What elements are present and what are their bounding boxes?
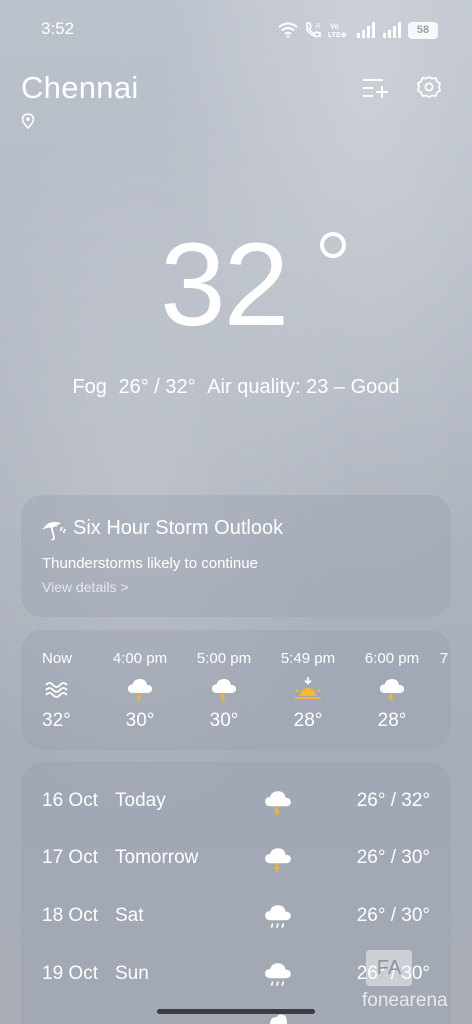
day-temp: 26° / 30° [356, 905, 430, 926]
daily-row[interactable]: 18 Oct Sat 26° / 30° [21, 893, 451, 943]
vo-lte-icon: Vo LTE⊕ [328, 22, 347, 40]
svg-text:R: R [316, 24, 321, 30]
day-date: 16 Oct [42, 790, 98, 811]
hourly-item[interactable]: 5:00 pm 30° [182, 630, 266, 750]
signal-icon [357, 22, 375, 38]
hour-time: 5:49 pm [280, 650, 336, 667]
watermark: FA fonearena [362, 950, 452, 1020]
daily-row[interactable]: 16 Oct Today 26° / 32° [21, 778, 451, 828]
svg-text:Vo: Vo [330, 22, 339, 31]
watermark-text: fonearena [362, 990, 448, 1011]
fog-icon [45, 682, 68, 698]
status-bar: 3:52 R Vo LTE⊕ 58 [0, 0, 472, 60]
manage-cities-icon [363, 79, 388, 98]
rain-icon [265, 963, 291, 986]
hourly-item[interactable]: 7 [434, 630, 451, 750]
hour-time: 4:00 pm [112, 650, 168, 667]
rain-icon [265, 905, 291, 928]
air-quality[interactable]: Air quality: 23 – Good [207, 376, 399, 398]
location-pin-icon [21, 113, 35, 129]
day-name: Today [115, 790, 166, 811]
hour-temp: 30° [209, 710, 239, 731]
temp-range: 26° / 32° [118, 376, 196, 398]
day-date: 18 Oct [42, 905, 98, 926]
hour-temp: 28° [377, 710, 407, 731]
day-temp: 26° / 30° [356, 847, 430, 868]
watermark-logo: FA [366, 950, 412, 986]
status-icons: R Vo LTE⊕ 58 [278, 19, 438, 41]
day-date: 19 Oct [42, 963, 98, 984]
hourly-item[interactable]: 6:00 pm 28° [350, 630, 434, 750]
day-name: Sat [115, 905, 144, 926]
condition-text: Fog [72, 376, 107, 398]
wifi-icon [278, 22, 298, 38]
svg-text:LTE⊕: LTE⊕ [328, 32, 347, 39]
day-name: Tomorrow [115, 847, 199, 868]
settings-button[interactable] [412, 71, 446, 105]
view-details-link[interactable]: View details > [42, 579, 129, 595]
settings-icon [417, 76, 441, 98]
thunderstorm-icon [128, 679, 152, 702]
storm-card-description: Thunderstorms likely to continue [42, 555, 258, 572]
status-time: 3:52 [41, 19, 75, 38]
day-date: 17 Oct [42, 847, 98, 868]
hour-time: 5:00 pm [196, 650, 252, 667]
battery-icon: 58 [408, 21, 438, 39]
storm-card-title: Six Hour Storm Outlook [73, 517, 284, 539]
hourly-item[interactable]: 5:49 pm 28° [266, 630, 350, 750]
home-indicator[interactable] [157, 1009, 315, 1014]
hourly-forecast-card[interactable]: Now 32° 4:00 pm 30° 5:00 pm 30° 5:49 pm [21, 630, 451, 750]
day-name: Sun [115, 963, 149, 984]
hour-temp: 28° [293, 710, 323, 731]
hourly-item[interactable]: 4:00 pm 30° [98, 630, 182, 750]
sunset-icon [295, 677, 321, 699]
hour-time: 7 [439, 650, 449, 667]
city-name[interactable]: Chennai [21, 70, 139, 106]
temperature-value: 32 [160, 219, 289, 351]
weather-summary[interactable]: Fog 26° / 32° Air quality: 23 – Good [0, 376, 472, 399]
thunderstorm-icon [265, 791, 291, 816]
thunderstorm-icon [265, 848, 291, 873]
current-temperature: 32 [0, 220, 472, 350]
volte-call-icon: R [306, 22, 321, 38]
thunderstorm-icon [212, 679, 236, 702]
degree-symbol [320, 232, 346, 258]
umbrella-storm-icon [42, 521, 66, 541]
day-temp: 26° / 32° [356, 790, 430, 811]
thunderstorm-icon [380, 679, 404, 702]
manage-cities-button[interactable] [358, 71, 392, 105]
daily-row[interactable]: 17 Oct Tomorrow 26° / 30° [21, 835, 451, 885]
storm-outlook-card[interactable]: Six Hour Storm Outlook Thunderstorms lik… [21, 495, 451, 617]
hour-temp: 30° [125, 710, 155, 731]
signal-icon [383, 22, 401, 38]
hourly-item[interactable]: Now 32° [21, 630, 105, 750]
